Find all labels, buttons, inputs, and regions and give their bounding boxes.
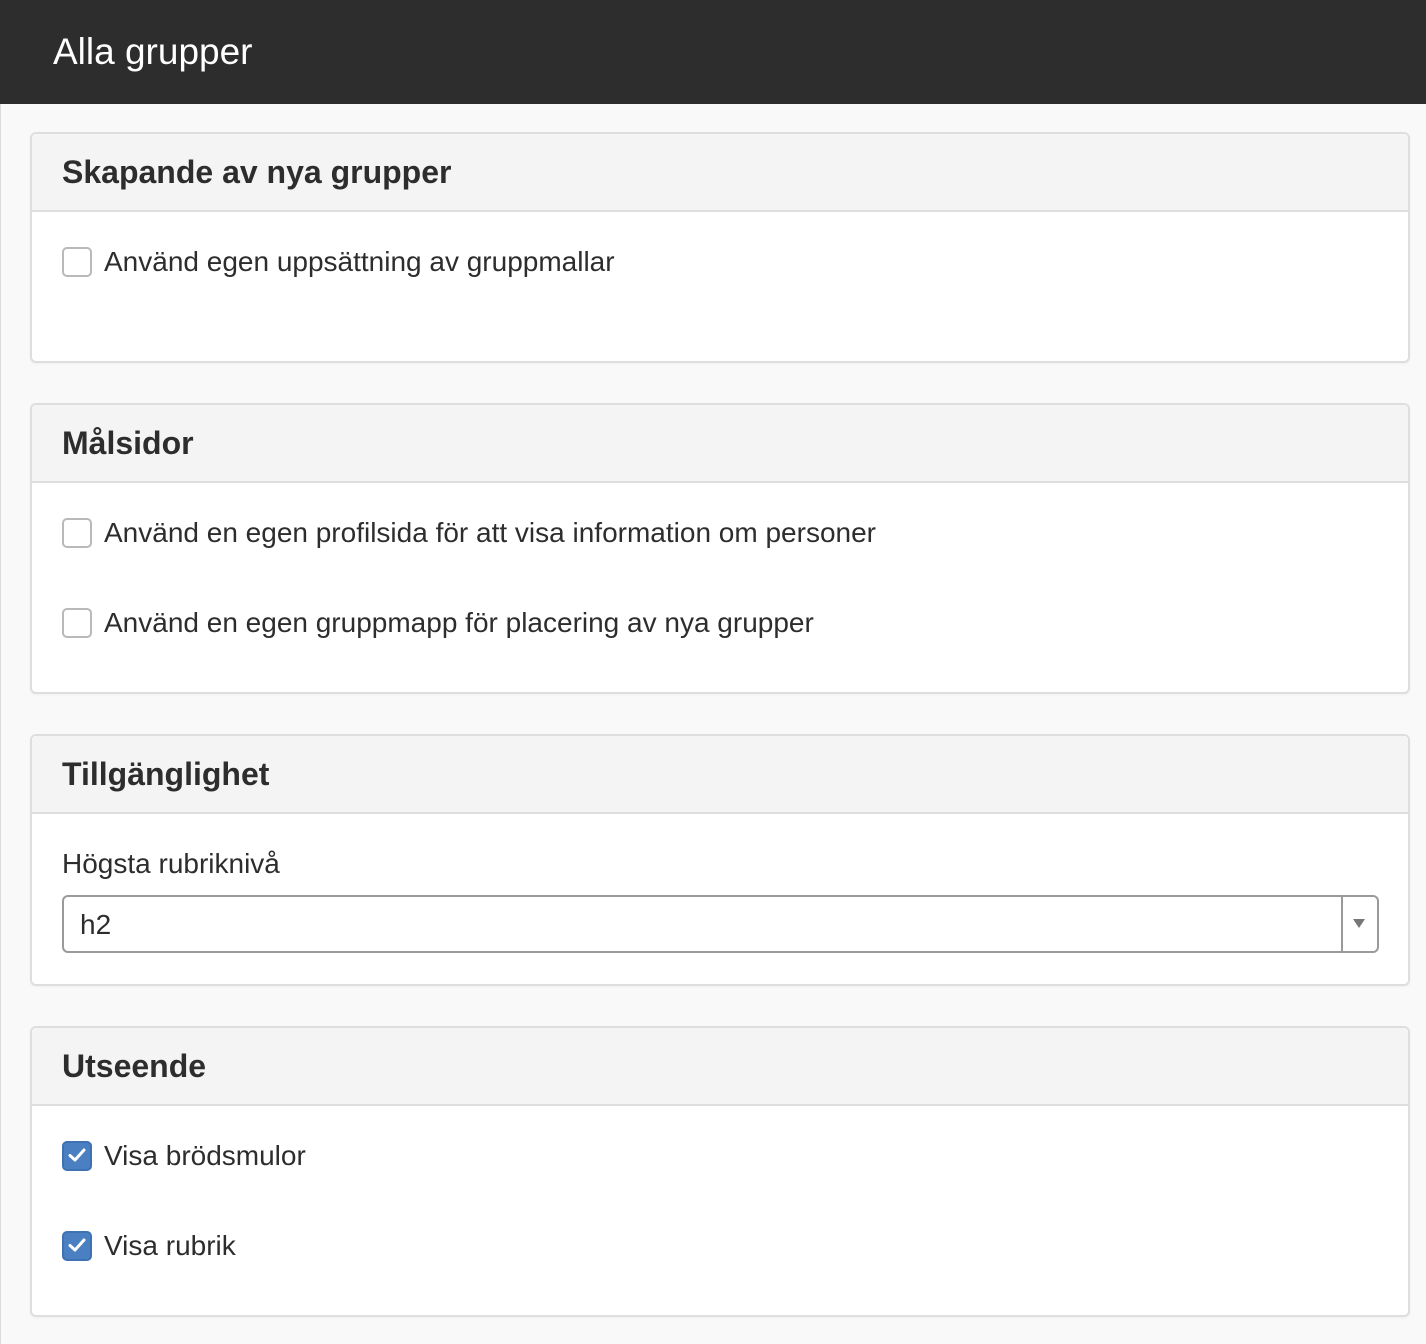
checkbox-row-group-folder[interactable]: Använd en egen gruppmapp för placering a…	[62, 606, 814, 640]
panel-group-creation: Skapande av nya grupper Använd egen upps…	[30, 132, 1410, 363]
panel-header: Utseende	[32, 1028, 1408, 1106]
panel-header: Målsidor	[32, 405, 1408, 483]
checkbox-row-profile-page[interactable]: Använd en egen profilsida för att visa i…	[62, 516, 876, 550]
chevron-down-icon[interactable]	[1353, 919, 1365, 928]
section-title-target-pages: Målsidor	[62, 425, 194, 461]
checkbox-row-own-templates[interactable]: Använd egen uppsättning av gruppmallar	[62, 245, 615, 279]
heading-level-value: h2	[80, 909, 112, 940]
left-border	[0, 104, 1, 1344]
title-bar: Alla grupper	[0, 0, 1426, 104]
heading-level-label: Högsta rubriknivå	[62, 848, 280, 879]
breadcrumbs-checkbox[interactable]	[62, 1141, 92, 1171]
window-title: Alla grupper	[53, 31, 253, 72]
panel-appearance: Utseende Visa brödsmulor Visa rubrik	[30, 1026, 1410, 1317]
show-heading-checkbox[interactable]	[62, 1231, 92, 1261]
select-divider	[1341, 897, 1343, 951]
group-folder-checkbox[interactable]	[62, 608, 92, 638]
own-templates-checkbox[interactable]	[62, 247, 92, 277]
heading-level-select[interactable]: h2	[62, 895, 1379, 953]
checkbox-row-show-heading[interactable]: Visa rubrik	[62, 1229, 236, 1263]
profile-page-checkbox[interactable]	[62, 518, 92, 548]
section-title-appearance: Utseende	[62, 1048, 207, 1084]
panel-header: Tillgänglighet	[32, 736, 1408, 814]
profile-page-label: Använd en egen profilsida för att visa i…	[104, 517, 876, 548]
breadcrumbs-label: Visa brödsmulor	[104, 1140, 306, 1171]
section-title-group-creation: Skapande av nya grupper	[62, 154, 452, 190]
own-templates-label: Använd egen uppsättning av gruppmallar	[104, 246, 615, 277]
checkmark-icon	[68, 1238, 86, 1252]
section-title-accessibility: Tillgänglighet	[62, 756, 270, 792]
group-folder-label: Använd en egen gruppmapp för placering a…	[104, 607, 814, 638]
panel-header: Skapande av nya grupper	[32, 134, 1408, 212]
show-heading-label: Visa rubrik	[104, 1230, 236, 1261]
panel-accessibility: Tillgänglighet Högsta rubriknivå h2	[30, 734, 1410, 986]
checkbox-row-breadcrumbs[interactable]: Visa brödsmulor	[62, 1139, 306, 1173]
checkmark-icon	[68, 1148, 86, 1162]
panel-target-pages: Målsidor Använd en egen profilsida för a…	[30, 403, 1410, 694]
